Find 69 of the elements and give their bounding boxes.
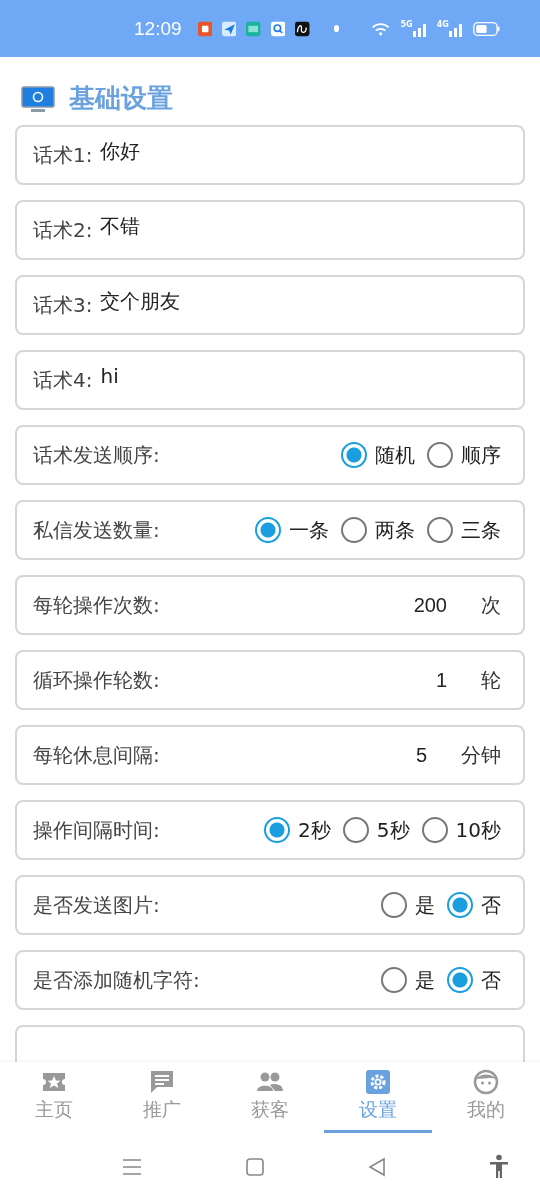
text-field[interactable]: 话术2: 不错 (15, 200, 525, 260)
field-label: 话术2: (33, 216, 93, 244)
radio-button[interactable] (447, 892, 473, 918)
face-icon (472, 1069, 500, 1095)
radio-button[interactable] (381, 967, 407, 993)
field-label: 操作间隔时间: (33, 816, 161, 844)
battery-icon (472, 19, 500, 38)
text-field[interactable]: 话术4: hi (15, 350, 525, 410)
radio-button[interactable] (341, 517, 367, 543)
field-label: 话术1: (33, 141, 93, 169)
field-label: 是否发送图片: (33, 891, 161, 919)
section-title: 基础设置 (69, 82, 173, 114)
field-value: hi (100, 364, 120, 388)
field-label: 话术3: (33, 291, 93, 319)
radio-button[interactable] (447, 967, 473, 993)
radio-option[interactable]: 2秒 (264, 816, 331, 844)
monitor-icon (21, 86, 55, 114)
radio-option[interactable]: 随机 (341, 441, 415, 469)
field-label: 每轮休息间隔: (33, 741, 161, 769)
field-value: 不错 (100, 212, 142, 240)
app-notification-icon (197, 19, 212, 38)
radio-button[interactable] (341, 442, 367, 468)
number-input[interactable]: 1 (367, 668, 447, 692)
clock: 12:09 (134, 17, 182, 40)
unit-label: 分钟 (461, 741, 501, 769)
field-label: 私信发送数量: (33, 516, 161, 544)
number-input[interactable]: 200 (367, 593, 447, 617)
radio-button[interactable] (342, 817, 369, 843)
radio-option[interactable]: 否 (447, 891, 501, 919)
radio-button[interactable] (255, 517, 281, 543)
radio-option[interactable]: 是 (381, 966, 435, 994)
unit-label: 轮 (481, 666, 501, 694)
text-field[interactable]: 话术3: 交个朋友 (15, 275, 525, 335)
radio-option[interactable]: 两条 (341, 516, 415, 544)
radio-button[interactable] (427, 517, 453, 543)
field-value: 交个朋友 (100, 287, 182, 315)
search-icon (270, 19, 286, 38)
field-label: 话术发送顺序: (33, 441, 161, 469)
menu-icon[interactable] (120, 1156, 144, 1177)
network-label: 5G (400, 20, 413, 29)
number-input[interactable]: 5 (347, 743, 427, 767)
paper-plane-icon (221, 19, 237, 38)
field-label: 话术4: (33, 366, 93, 394)
field-label: 是否添加随机字符: (33, 966, 201, 994)
back-icon[interactable] (366, 1155, 388, 1178)
field-value: 你好 (100, 137, 142, 165)
radio-option[interactable]: 5秒 (342, 816, 410, 844)
radio-option[interactable]: 三条 (427, 516, 501, 544)
radio-option[interactable]: 否 (447, 966, 501, 994)
network-label: 4G (436, 20, 449, 29)
app-notification-icon (246, 19, 261, 38)
field-label: 循环操作轮数: (33, 666, 161, 694)
radio-option[interactable]: 一条 (255, 516, 329, 544)
text-field[interactable]: 话术1: 你好 (15, 125, 525, 185)
field-label: 每轮操作次数: (33, 591, 161, 619)
radio-option[interactable]: 10秒 (421, 816, 501, 844)
unit-label: 次 (481, 591, 501, 619)
accessibility-icon[interactable] (488, 1153, 510, 1180)
radio-option[interactable]: 顺序 (427, 441, 501, 469)
radio-button[interactable] (421, 817, 448, 843)
radio-button[interactable] (264, 817, 291, 843)
dot-icon (333, 25, 340, 32)
radio-option[interactable]: 是 (381, 891, 435, 919)
chat-icon (148, 1069, 176, 1095)
settings-icon (364, 1069, 392, 1095)
radio-button[interactable] (381, 892, 407, 918)
app-notification-icon (295, 19, 310, 38)
home-icon[interactable] (244, 1155, 266, 1178)
radio-button[interactable] (427, 442, 453, 468)
